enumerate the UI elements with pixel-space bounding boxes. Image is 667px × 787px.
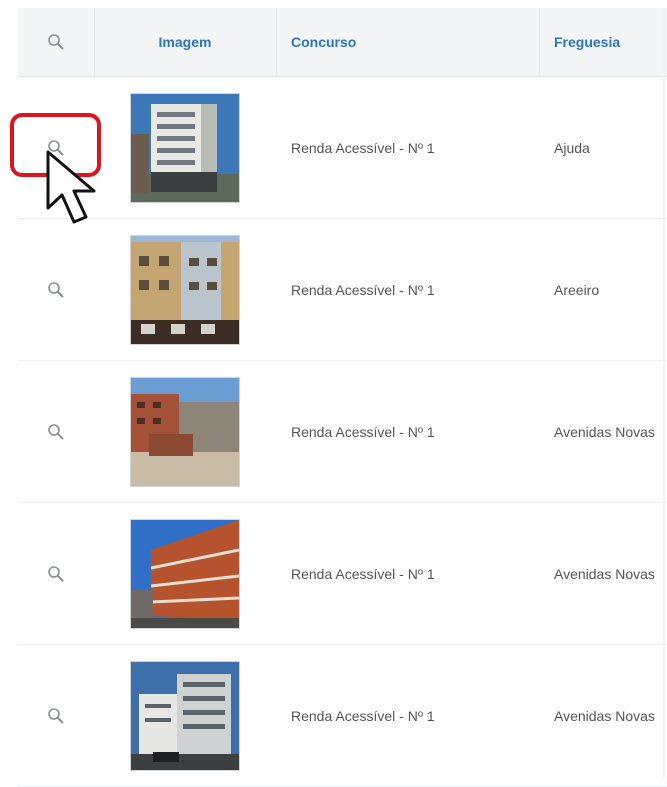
view-cell[interactable] [18, 503, 94, 644]
column-header-image[interactable]: Imagem [94, 8, 276, 76]
contest-cell: Renda Acessível - Nº 1 [291, 281, 435, 298]
column-header-contest[interactable]: Concurso [291, 8, 539, 76]
image-cell [94, 219, 276, 360]
table-row[interactable]: Renda Acessível - Nº 1 Areeiro [18, 219, 667, 361]
table-row[interactable]: Renda Acessível - Nº 1 Ajuda [18, 77, 667, 219]
building-photo[interactable] [130, 660, 240, 771]
image-cell [94, 503, 276, 644]
table-row[interactable]: Renda Acessível - Nº 1 Avenidas Novas [18, 645, 667, 787]
contest-cell: Renda Acessível - Nº 1 [291, 707, 435, 724]
parish-cell: Areeiro [554, 281, 600, 298]
view-cell[interactable] [18, 645, 94, 786]
magnifier-icon[interactable] [47, 707, 65, 725]
column-divider [94, 8, 95, 76]
view-cell[interactable] [18, 361, 94, 502]
building-photo[interactable] [130, 376, 240, 487]
magnifier-icon[interactable] [47, 281, 65, 299]
listings-table: Imagem Concurso Freguesia Renda Acessíve… [18, 8, 667, 787]
column-divider [276, 8, 277, 76]
contest-cell: Renda Acessível - Nº 1 [291, 565, 435, 582]
building-photo[interactable] [130, 92, 240, 203]
building-photo[interactable] [130, 518, 240, 629]
parish-cell: Avenidas Novas [554, 707, 655, 724]
scroll-edge [663, 8, 665, 778]
contest-cell: Renda Acessível - Nº 1 [291, 139, 435, 156]
column-divider [539, 8, 540, 76]
parish-cell: Avenidas Novas [554, 565, 655, 582]
image-cell [94, 361, 276, 502]
magnifier-icon[interactable] [47, 423, 65, 441]
table-row[interactable]: Renda Acessível - Nº 1 Avenidas Novas [18, 361, 667, 503]
magnifier-icon[interactable] [47, 33, 65, 51]
column-header-parish[interactable]: Freguesia [554, 8, 667, 76]
image-cell [94, 77, 276, 218]
table-row[interactable]: Renda Acessível - Nº 1 Avenidas Novas [18, 503, 667, 645]
header-search-cell[interactable] [18, 8, 94, 76]
magnifier-icon[interactable] [47, 565, 65, 583]
view-cell[interactable] [18, 219, 94, 360]
parish-cell: Avenidas Novas [554, 423, 655, 440]
contest-cell: Renda Acessível - Nº 1 [291, 423, 435, 440]
image-cell [94, 645, 276, 786]
parish-cell: Ajuda [554, 139, 590, 156]
mouse-cursor-icon [44, 148, 112, 233]
table-header: Imagem Concurso Freguesia [18, 8, 667, 77]
building-photo[interactable] [130, 234, 240, 345]
